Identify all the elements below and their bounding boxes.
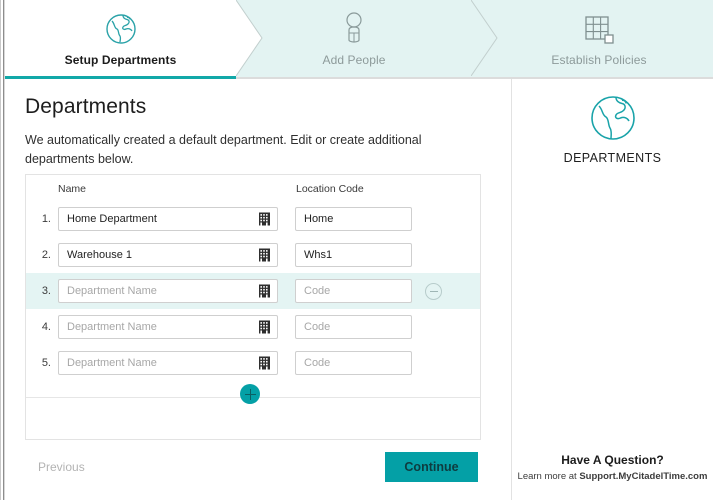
page-content: Departments We automatically created a d… [5,79,713,500]
building-icon [259,248,270,262]
row-number: 4. [41,321,51,333]
location-code-input[interactable] [296,244,411,266]
sidebar-title: DEPARTMENTS [563,151,662,165]
row-number: 5. [41,357,51,369]
step-add-people[interactable]: Add People [236,0,472,76]
building-icon [259,356,270,370]
department-name-field[interactable] [58,315,278,339]
grid-icon [582,8,616,50]
setup-stepper: Setup Departments Add People Establish P… [5,0,713,79]
location-code-field[interactable] [295,315,412,339]
department-name-input[interactable] [59,280,277,302]
globe-icon [103,8,139,50]
department-name-input[interactable] [59,208,277,230]
page-title: Departments [25,95,147,118]
building-icon [259,212,270,226]
department-name-field[interactable] [58,279,278,303]
location-code-field[interactable] [295,279,412,303]
step-label-setup-departments: Setup Departments [64,53,177,67]
department-name-input[interactable] [59,316,277,338]
step-label-establish-policies: Establish Policies [551,53,647,67]
department-name-field[interactable] [58,351,278,375]
location-code-input[interactable] [296,280,411,302]
departments-card: Name Location Code 1. Home Department Ho… [25,174,481,440]
location-code-input[interactable] [296,316,411,338]
department-name-input[interactable] [59,352,277,374]
row-number: 3. [41,285,51,297]
help-title: Have A Question? [561,453,664,467]
help-link[interactable]: Support.MyCitadelTime.com [579,471,707,482]
add-row-button[interactable] [240,384,260,404]
table-row-selected: 3. [26,273,480,309]
location-code-input[interactable] [296,208,411,230]
step-label-add-people: Add People [322,53,386,67]
department-name-field[interactable] [58,207,278,231]
row-number: 1. [41,213,51,225]
building-icon [259,284,270,298]
globe-icon [512,91,713,145]
table-row: 5. [26,345,480,381]
row-number: 2. [41,249,51,261]
building-icon [259,320,270,334]
column-header-location-code: Location Code [296,183,364,195]
table-row: 4. [26,309,480,345]
remove-row-icon[interactable] [425,282,442,300]
help-prefix: Learn more at [517,471,580,482]
page-description: We automatically created a default depar… [25,133,422,166]
department-name-input[interactable] [59,244,277,266]
main-pane: Departments We automatically created a d… [5,79,512,500]
step-establish-policies[interactable]: Establish Policies [485,0,713,76]
person-icon [338,8,370,50]
continue-button[interactable]: Continue [385,452,478,482]
step-setup-departments[interactable]: Setup Departments [5,0,236,76]
department-name-field[interactable] [58,243,278,267]
location-code-input[interactable] [296,352,411,374]
column-header-name: Name [58,183,87,195]
location-code-field[interactable] [295,351,412,375]
previous-button[interactable]: Previous [38,460,85,474]
table-row: 1. [26,201,480,237]
table-row: 2. [26,237,480,273]
location-code-field[interactable] [295,207,412,231]
sidebar-pane: DEPARTMENTS Have A Question? Learn more … [512,79,713,500]
location-code-field[interactable] [295,243,412,267]
help-subtitle: Learn more at Support.MyCitadelTime.com [512,471,713,482]
